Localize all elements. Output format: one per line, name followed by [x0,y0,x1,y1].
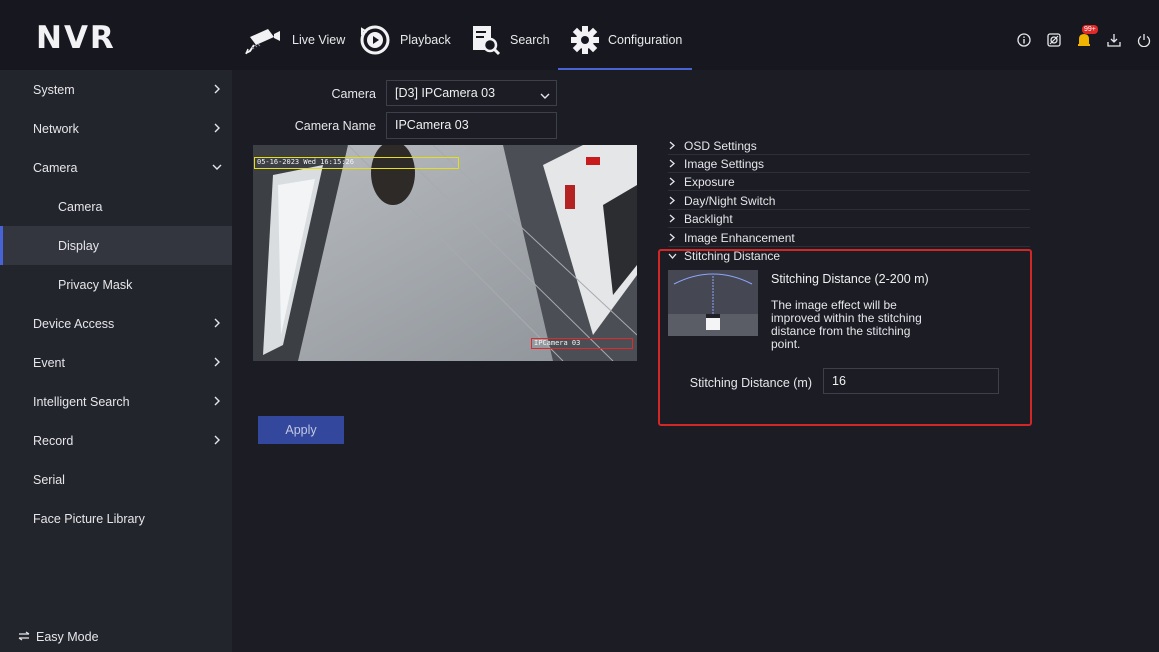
tab-playback[interactable]: Playback [358,20,451,60]
section-label: Image Enhancement [684,230,795,245]
gear-icon [570,25,600,55]
sidebar-item-label: Serial [33,472,65,487]
section-label: Image Settings [684,156,765,171]
sidebar-item-network[interactable]: Network [0,109,232,148]
stitching-title: Stitching Distance (2-200 m) [771,272,929,286]
easy-mode-button[interactable]: Easy Mode [18,630,99,644]
search-file-icon [470,23,502,57]
tab-configuration-label: Configuration [608,33,683,47]
preview-image [253,145,637,361]
sidebar-item-label: Intelligent Search [33,394,130,409]
camera-select-value: [D3] IPCamera 03 [395,86,496,100]
chevron-right-icon [210,355,224,369]
chevron-right-icon [668,196,677,205]
tab-live-view[interactable]: Live View [244,20,345,60]
sidebar-item-label: Camera [33,160,78,175]
top-bar: NVR Live View Playback Search Configurat… [0,0,1159,70]
chevron-right-icon [210,394,224,408]
sidebar-item-system[interactable]: System [0,70,232,109]
chevron-down-icon [210,160,224,174]
tab-playback-label: Playback [400,33,451,47]
apply-button[interactable]: Apply [258,416,344,444]
power-icon[interactable] [1135,31,1153,49]
swap-arrows-icon [18,630,30,644]
sidebar-item-label: Network [33,121,79,136]
sidebar-item-record[interactable]: Record [0,421,232,460]
chevron-down-icon [540,89,550,103]
camera-name-label: Camera Name [294,119,376,133]
chevron-right-icon [668,233,677,242]
chevron-right-icon [668,159,677,168]
section-label: Day/Night Switch [684,193,776,208]
sidebar-item-label: Event [33,355,65,370]
alarm-badge: 99+ [1082,25,1098,34]
sidebar-item-face-picture-library[interactable]: Face Picture Library [0,499,232,538]
record-icon[interactable] [1045,31,1063,49]
osd-name-text: IPCamera 03 [534,339,581,347]
camera-label: Camera [331,87,376,101]
sidebar-item-camera-sub[interactable]: Camera [0,187,232,226]
sidebar-item-event[interactable]: Event [0,343,232,382]
camera-select[interactable]: [D3] IPCamera 03 [386,80,557,106]
sidebar-item-label: Device Access [33,316,115,331]
sidebar-item-label: Record [33,433,74,448]
chevron-right-icon [210,82,224,96]
top-right-icons: 99+ [1015,25,1153,49]
easy-mode-label: Easy Mode [36,630,99,644]
chevron-right-icon [668,214,677,223]
stitching-description: The image effect will be improved within… [771,298,922,351]
section-osd-settings[interactable]: OSD Settings [668,137,1030,155]
chevron-right-icon [210,121,224,135]
sidebar-item-label: Privacy Mask [58,277,133,292]
chevron-right-icon [668,177,677,186]
alarm-bell-icon[interactable]: 99+ [1075,25,1098,49]
tab-search[interactable]: Search [470,20,550,60]
section-label: Exposure [684,174,735,189]
sidebar: System Network Camera Camera Display Pri… [0,70,232,652]
sidebar-item-privacy-mask[interactable]: Privacy Mask [0,265,232,304]
section-label: OSD Settings [684,138,757,153]
sidebar-item-label: Display [58,238,99,253]
sidebar-item-intelligent-search[interactable]: Intelligent Search [0,382,232,421]
section-backlight[interactable]: Backlight [668,210,1030,228]
section-label: Backlight [684,211,733,226]
stitching-distance-input[interactable]: 16 [823,368,999,394]
chevron-right-icon [210,433,224,447]
camera-preview: 05-16-2023 Wed 16:15:26 IPCamera 03 [253,145,637,361]
stitching-distance-label: Stitching Distance (m) [689,376,812,390]
section-exposure[interactable]: Exposure [668,173,1030,191]
section-image-enhancement[interactable]: Image Enhancement [668,229,1030,247]
tab-search-label: Search [510,33,550,47]
sidebar-item-label: System [33,82,75,97]
info-icon[interactable] [1015,31,1033,49]
camera-name-input[interactable]: IPCamera 03 [386,112,557,139]
sidebar-item-serial[interactable]: Serial [0,460,232,499]
app-logo: NVR [36,20,116,56]
sidebar-item-label: Camera [58,199,103,214]
section-image-settings[interactable]: Image Settings [668,155,1030,173]
sidebar-item-label: Face Picture Library [33,511,145,526]
chevron-right-icon [668,141,677,150]
osd-datetime-text: 05-16-2023 Wed 16:15:26 [257,158,354,166]
section-day-night-switch[interactable]: Day/Night Switch [668,192,1030,210]
tab-live-view-label: Live View [292,33,346,47]
sidebar-item-display[interactable]: Display [0,226,232,265]
download-icon[interactable] [1105,31,1123,49]
chevron-right-icon [210,316,224,330]
stitching-diagram [668,270,758,336]
sidebar-item-camera[interactable]: Camera [0,148,232,187]
tab-configuration[interactable]: Configuration [557,20,693,70]
play-icon [358,23,392,57]
camera-icon [244,23,284,57]
sidebar-item-device-access[interactable]: Device Access [0,304,232,343]
